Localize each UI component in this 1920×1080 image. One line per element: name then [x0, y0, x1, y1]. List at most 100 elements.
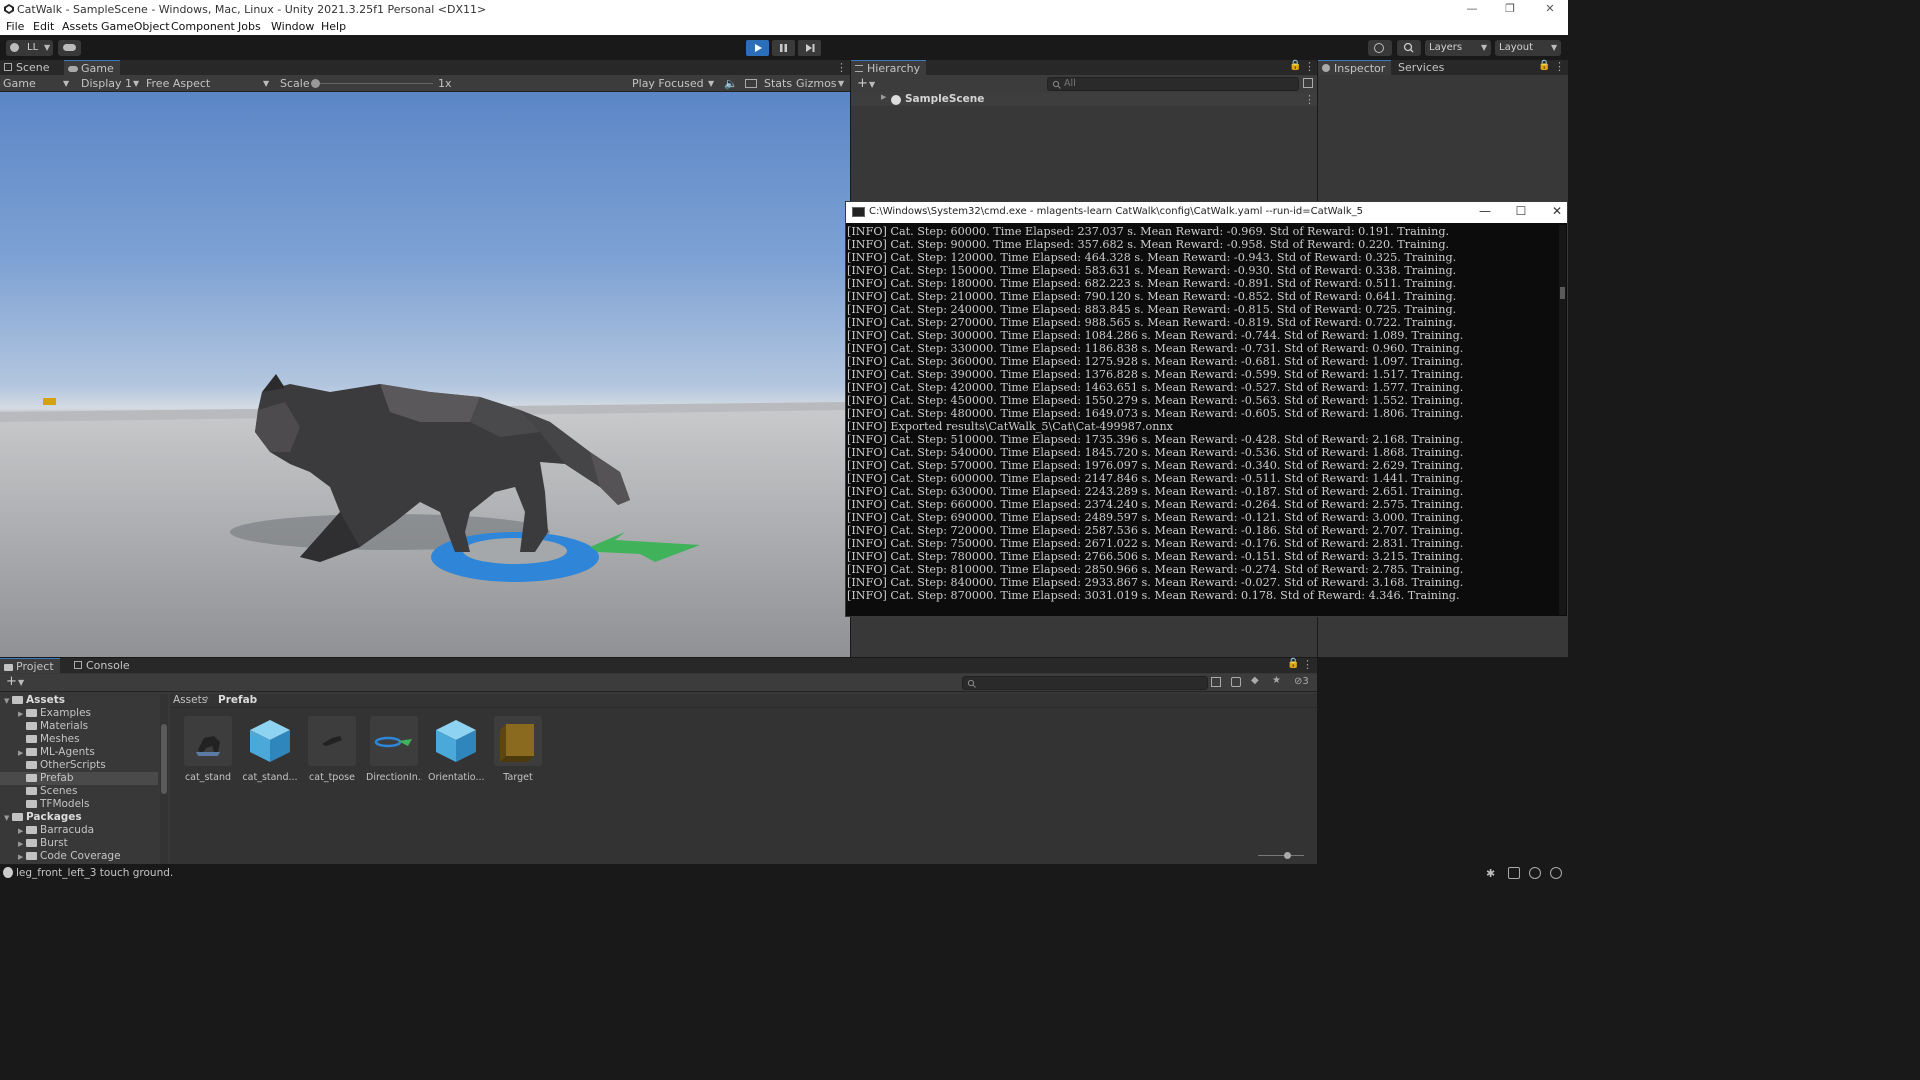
tree-scrollbar[interactable] — [160, 694, 168, 864]
more-options-icon[interactable]: ⋮ — [1304, 93, 1315, 106]
tab-scene[interactable]: Scene — [0, 60, 56, 75]
lock-icon[interactable]: 🔒 — [1289, 60, 1301, 71]
more-options-icon[interactable]: ⋮ — [1554, 60, 1565, 73]
menu-gameobject[interactable]: GameObject — [101, 20, 170, 33]
layers-dropdown[interactable]: Layers ▼ — [1425, 40, 1491, 56]
more-options-icon[interactable]: ⋮ — [1304, 60, 1315, 73]
asset-item[interactable]: Target — [490, 716, 546, 783]
minimize-button[interactable]: — — [1457, 1, 1487, 17]
cmd-maximize-button[interactable]: ☐ — [1506, 204, 1536, 218]
stats-grid-icon[interactable] — [745, 79, 757, 88]
asset-item[interactable]: DirectionIn... — [366, 716, 422, 783]
hierarchy-scene-row[interactable]: ▶ SampleScene ⋮ — [851, 93, 1317, 106]
tab-inspector[interactable]: Inspector — [1318, 60, 1392, 75]
chevron-down-icon[interactable]: ▼ — [869, 80, 875, 89]
display-dropdown[interactable]: Display 1 ▼ — [81, 77, 139, 90]
asset-item[interactable]: cat_stand... — [242, 716, 298, 783]
bug-icon[interactable]: ✱ — [1486, 867, 1498, 880]
tree-item[interactable]: OtherScripts — [0, 759, 158, 772]
maximize-button[interactable]: ❐ — [1495, 1, 1525, 17]
add-icon[interactable]: + — [6, 674, 17, 689]
tab-hierarchy[interactable]: Hierarchy — [851, 60, 927, 75]
scale-slider[interactable] — [311, 79, 433, 88]
asset-item[interactable]: cat_tpose — [304, 716, 360, 783]
tree-item[interactable]: ▶ Examples — [0, 707, 158, 720]
icon-size-slider[interactable] — [1258, 852, 1304, 859]
stats-button[interactable]: Stats — [764, 77, 792, 90]
tree-item[interactable]: Scenes — [0, 785, 158, 798]
chevron-down-icon[interactable]: ▼ — [18, 678, 24, 687]
tree-item[interactable]: ▶ Code Coverage — [0, 850, 158, 863]
lock-icon[interactable]: 🔒 — [1538, 60, 1550, 71]
account-dropdown[interactable]: LL ▼ — [6, 40, 53, 56]
breadcrumb-prefab[interactable]: Prefab — [218, 694, 257, 706]
menu-component[interactable]: Component — [171, 20, 235, 33]
cmd-line: [INFO] Cat. Step: 780000. Time Elapsed: … — [847, 550, 1464, 563]
cache-server-icon[interactable] — [1508, 867, 1520, 879]
chevron-right-icon[interactable]: ▶ — [18, 851, 26, 864]
cmd-scrollbar-thumb[interactable] — [1560, 287, 1565, 299]
label-icon[interactable]: ◆ — [1251, 675, 1259, 686]
filter-icon[interactable] — [1231, 677, 1241, 687]
tree-scrollbar-thumb[interactable] — [161, 724, 167, 794]
tree-item[interactable]: Prefab — [0, 772, 158, 785]
lock-icon[interactable]: 🔒 — [1287, 658, 1299, 669]
menu-edit[interactable]: Edit — [33, 20, 54, 33]
tab-hierarchy-label: Hierarchy — [867, 62, 921, 75]
breadcrumb-assets[interactable]: Assets — [173, 694, 207, 706]
tree-item[interactable]: ▼ Assets — [0, 694, 158, 707]
tab-project[interactable]: Project — [0, 658, 60, 673]
project-search-input[interactable] — [962, 676, 1208, 690]
check-icon[interactable] — [1550, 867, 1562, 879]
gizmos-dropdown[interactable]: Gizmos ▼ — [796, 77, 844, 90]
tree-item[interactable]: Materials — [0, 720, 158, 733]
search-button[interactable] — [1397, 40, 1421, 56]
more-options-icon[interactable]: ⋮ — [1302, 658, 1313, 671]
cloud-button[interactable] — [58, 40, 81, 56]
mute-audio-icon[interactable]: 🔈 — [724, 77, 738, 90]
tree-item[interactable]: ▶ ML-Agents — [0, 746, 158, 759]
play-button[interactable] — [746, 40, 769, 56]
scale-slider-handle[interactable] — [311, 79, 320, 88]
menu-window[interactable]: Window — [271, 20, 314, 33]
tree-item[interactable]: Meshes — [0, 733, 158, 746]
filter-icon[interactable] — [1303, 78, 1313, 88]
menu-assets[interactable]: Assets — [62, 20, 98, 33]
cmd-minimize-button[interactable]: — — [1470, 204, 1500, 218]
menu-help[interactable]: Help — [321, 20, 346, 33]
tab-console[interactable]: Console — [70, 658, 136, 673]
expand-arrow-icon[interactable]: ▶ — [881, 93, 889, 101]
aspect-dropdown[interactable]: Free Aspect ▼ — [146, 77, 269, 90]
tree-item[interactable]: ▶ Burst — [0, 837, 158, 850]
auto-generate-lighting-icon[interactable] — [1529, 867, 1541, 879]
close-button[interactable]: ✕ — [1535, 1, 1565, 17]
icon-size-slider-handle[interactable] — [1284, 852, 1291, 859]
cmd-close-button[interactable]: ✕ — [1542, 204, 1572, 218]
history-button[interactable] — [1368, 40, 1392, 56]
menu-jobs[interactable]: Jobs — [238, 20, 261, 33]
step-button[interactable] — [798, 40, 821, 56]
game-mode-dropdown[interactable]: Game ▼ — [3, 77, 69, 90]
star-icon[interactable]: ★ — [1272, 675, 1281, 686]
layout-dropdown[interactable]: Layout ▼ — [1495, 40, 1561, 56]
tree-item[interactable]: TFModels — [0, 798, 158, 811]
tab-services[interactable]: Services — [1394, 60, 1450, 75]
hidden-packages-toggle[interactable]: ⊘3 — [1294, 676, 1309, 687]
menu-file[interactable]: File — [6, 20, 24, 33]
asset-item[interactable]: cat_stand — [180, 716, 236, 783]
tree-item[interactable]: ▼ Packages — [0, 811, 158, 824]
cmd-window[interactable]: C:\Windows\System32\cmd.exe - mlagents-l… — [845, 201, 1568, 617]
hierarchy-tabbar: Hierarchy 🔒 ⋮ — [851, 60, 1317, 75]
play-mode-dropdown[interactable]: Play Focused ▼ — [632, 77, 714, 90]
hierarchy-search-input[interactable]: All — [1047, 77, 1299, 91]
asset-item[interactable]: Orientatio... — [428, 716, 484, 783]
status-message[interactable]: leg_front_left_3 touch ground. — [16, 867, 173, 879]
add-icon[interactable]: + — [857, 76, 868, 91]
search-by-type-icon[interactable] — [1211, 677, 1221, 687]
cmd-scrollbar[interactable] — [1559, 225, 1566, 615]
pause-button[interactable] — [772, 40, 795, 56]
tree-item[interactable]: ▶ Barracuda — [0, 824, 158, 837]
more-options-icon[interactable]: ⋮ — [836, 61, 847, 74]
game-viewport[interactable] — [0, 92, 850, 657]
tab-game[interactable]: Game — [64, 60, 120, 75]
